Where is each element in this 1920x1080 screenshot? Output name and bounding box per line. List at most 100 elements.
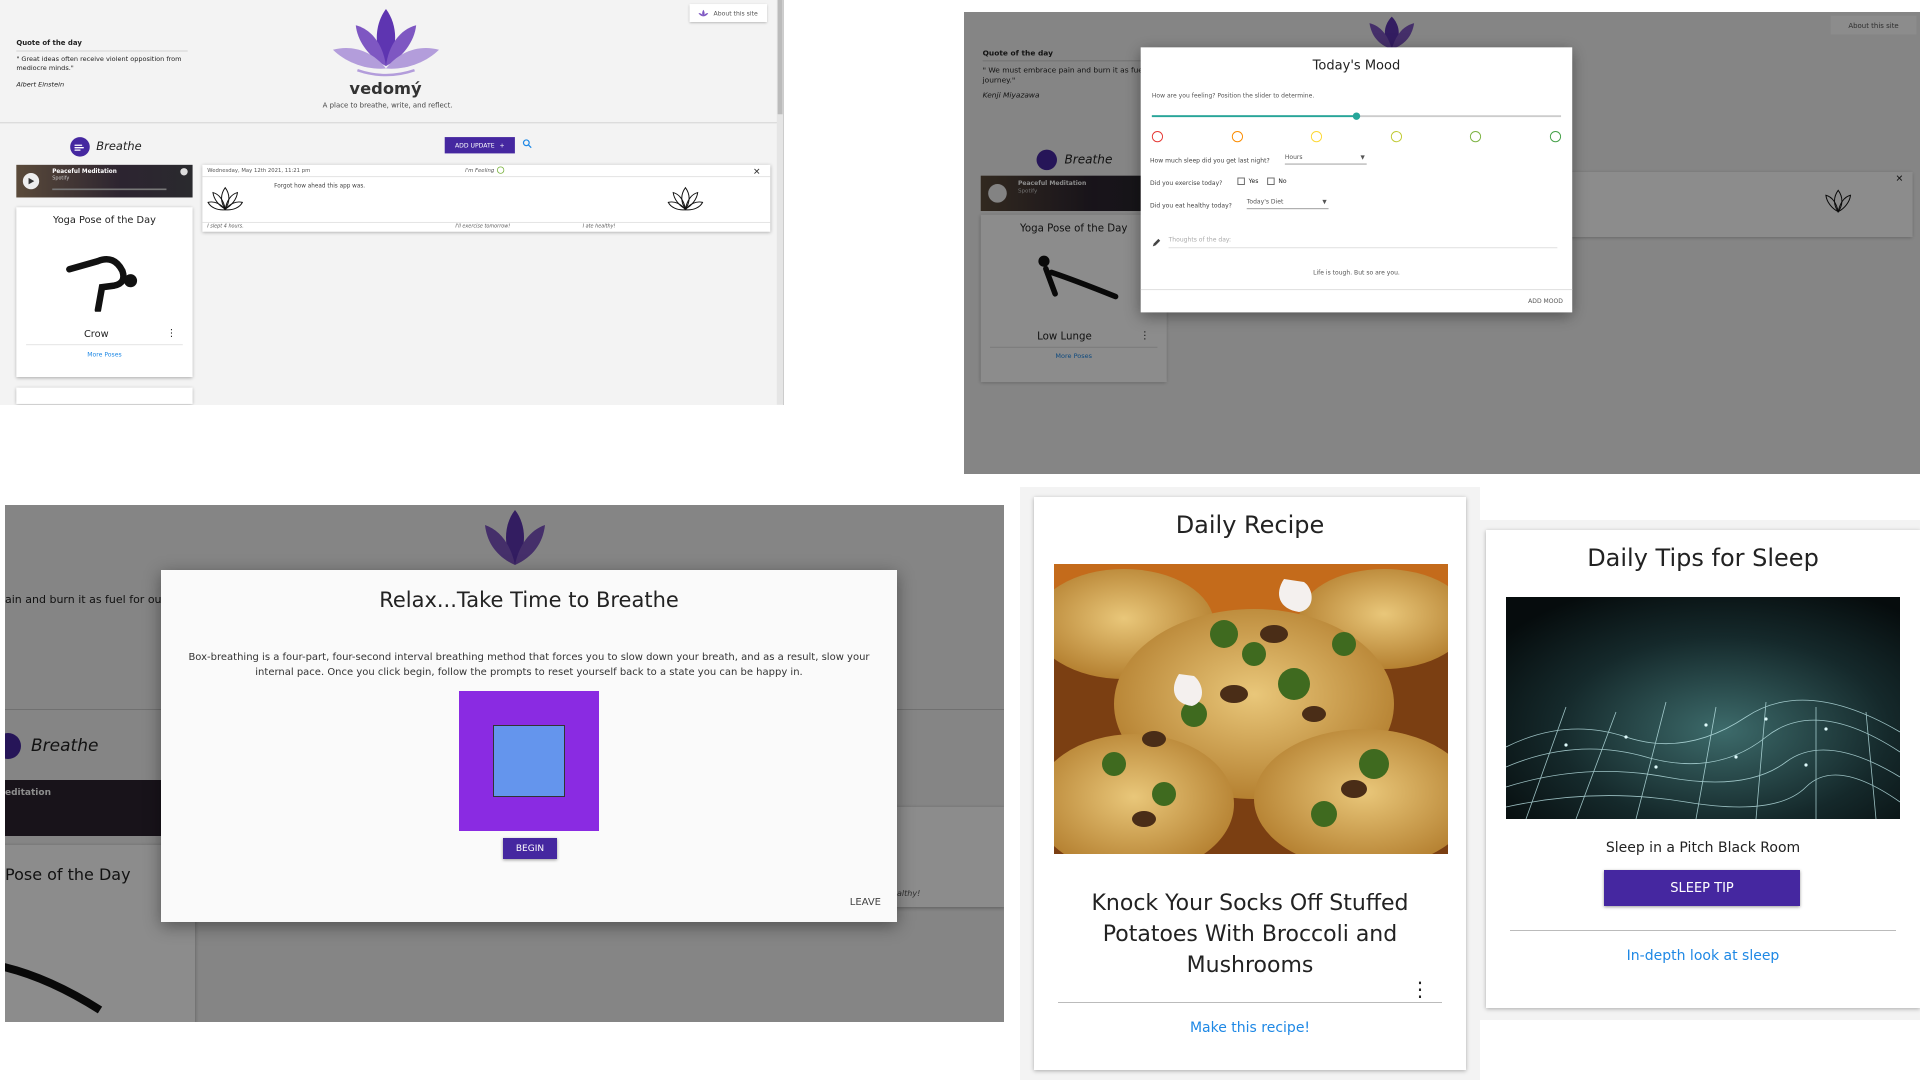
- breathing-square: [493, 725, 565, 797]
- entry-divider: [202, 176, 771, 178]
- slider-prompt: How are you feeling? Position the slider…: [1151, 91, 1315, 100]
- sleep-card: Daily Tips for Sleep Sleep in a Pitch Bl…: [1486, 530, 1920, 1008]
- plus-icon: +: [499, 141, 505, 149]
- journal-entry: Wednesday, May 12th 2021, 11:21 pm I'm F…: [202, 164, 771, 232]
- lotus-outline-icon: [207, 186, 244, 214]
- more-options-icon[interactable]: ⋮: [1410, 977, 1430, 1001]
- scrollbar[interactable]: [776, 0, 783, 405]
- pencil-icon: [1152, 238, 1161, 247]
- recipe-image: [1054, 564, 1448, 854]
- feeling-label: I'm Feeling: [465, 166, 495, 174]
- player-title: Peaceful Meditation: [52, 168, 117, 175]
- about-button[interactable]: About this site: [689, 4, 768, 23]
- more-poses-link[interactable]: More Poses: [16, 351, 192, 358]
- next-card-edge: [16, 387, 193, 404]
- spotify-player[interactable]: Peaceful Meditation Spotify: [16, 164, 193, 198]
- quote-of-the-day: Quote of the day " Great ideas often rec…: [16, 39, 188, 88]
- sleep-select-value: Hours: [1284, 153, 1303, 161]
- breathe-dialog: Relax...Take Time to Breathe Box-breathi…: [161, 570, 897, 922]
- recipe-screenshot: Daily Recipe Knock Your Socks Off Stuffe…: [1020, 487, 1480, 1080]
- quote-text: " Great ideas often receive violent oppo…: [16, 55, 182, 72]
- entry-text: Forgot how ahead this app was.: [274, 182, 366, 190]
- slider-thumb[interactable]: [1352, 112, 1361, 120]
- card-divider: [1058, 1002, 1442, 1003]
- recipe-title: Knock Your Socks Off Stuffed Potatoes Wi…: [1091, 891, 1409, 978]
- slider-fill: [1151, 115, 1357, 118]
- entry-feeling: I'm Feeling: [465, 166, 505, 174]
- breathe-label: Breathe: [96, 140, 142, 154]
- spotify-icon: [180, 168, 188, 176]
- exercise-question: Did you exercise today?: [1150, 179, 1223, 187]
- header-divider: [0, 122, 783, 124]
- mood-face-icon[interactable]: [1151, 131, 1164, 143]
- home-screenshot: Quote of the day " Great ideas often rec…: [0, 0, 784, 405]
- site-name: vedomý: [349, 78, 422, 98]
- begin-button[interactable]: BEGIN: [503, 838, 557, 859]
- sleep-tip-button[interactable]: SLEEP TIP: [1604, 870, 1800, 906]
- entry-exercise: I'll exercise tomorrow!: [455, 223, 511, 230]
- search-icon[interactable]: [522, 139, 532, 149]
- breathing-box: [459, 691, 599, 831]
- thoughts-placeholder: Thoughts of the day:: [1168, 236, 1232, 244]
- yoga-card: Yoga Pose of the Day Crow ⋮ More Poses: [16, 207, 193, 377]
- exercise-yes-label: Yes: [1248, 177, 1259, 185]
- pose-name: Crow: [83, 328, 109, 340]
- breathe-icon: [70, 137, 90, 157]
- crow-pose-icon: [65, 246, 138, 312]
- exercise-no-checkbox[interactable]: No: [1267, 177, 1287, 185]
- lotus-small-icon: [698, 9, 709, 16]
- sleep-screenshot: Daily Tips for Sleep Sleep in a Pitch Bl…: [1478, 520, 1920, 1020]
- sleep-image: [1506, 597, 1900, 819]
- mood-footer-text: Life is tough. But so are you.: [1313, 268, 1400, 277]
- about-label: About this site: [713, 9, 758, 17]
- mood-slider[interactable]: [1151, 112, 1562, 120]
- tagline: A place to breathe, write, and reflect.: [322, 102, 453, 111]
- quote-title: Quote of the day: [16, 39, 188, 52]
- progress-bar[interactable]: [52, 188, 167, 191]
- thoughts-input[interactable]: Thoughts of the day:: [1168, 236, 1558, 249]
- play-icon[interactable]: [22, 172, 40, 190]
- chevron-down-icon: ▼: [1360, 154, 1365, 161]
- yoga-card-title: Yoga Pose of the Day: [53, 213, 156, 226]
- add-update-button[interactable]: ADD UPDATE +: [444, 137, 515, 154]
- sleep-heading: Daily Tips for Sleep: [1587, 544, 1819, 572]
- mood-screenshot: Quote of the day " We must embrace pain …: [964, 12, 1920, 474]
- mood-face-icon[interactable]: [1390, 131, 1402, 143]
- breathe-button[interactable]: Breathe: [70, 137, 142, 157]
- lotus-logo-icon: [325, 5, 447, 78]
- card-divider: [1510, 930, 1896, 931]
- sleep-select[interactable]: Hours ▼: [1284, 153, 1367, 165]
- mood-dialog-title: Today's Mood: [1312, 58, 1401, 74]
- exercise-no-label: No: [1278, 177, 1287, 185]
- exercise-yes-checkbox[interactable]: Yes: [1237, 177, 1259, 185]
- mood-face-icon[interactable]: [1231, 131, 1243, 143]
- sleep-question: How much sleep did you get last night?: [1150, 157, 1270, 165]
- recipe-card: Daily Recipe Knock Your Socks Off Stuffe…: [1034, 497, 1466, 1070]
- mood-faces: [1151, 131, 1562, 143]
- lotus-outline-icon: [667, 186, 704, 214]
- make-recipe-link[interactable]: Make this recipe!: [1034, 1020, 1466, 1036]
- dialog-divider: [1140, 289, 1573, 291]
- recipe-heading: Daily Recipe: [1175, 511, 1325, 539]
- breathe-dialog-title: Relax...Take Time to Breathe: [379, 588, 679, 612]
- player-source: Spotify: [52, 175, 70, 182]
- mood-face-icon[interactable]: [1549, 131, 1562, 143]
- add-update-label: ADD UPDATE: [454, 141, 495, 149]
- sleep-tip-text: Sleep in a Pitch Black Room: [1605, 840, 1801, 856]
- diet-question: Did you eat healthy today?: [1150, 201, 1232, 210]
- entry-slept: I slept 4 hours.: [207, 223, 244, 230]
- mood-face-icon[interactable]: [1470, 131, 1482, 143]
- leave-button[interactable]: LEAVE: [850, 897, 881, 908]
- sleep-link[interactable]: In-depth look at sleep: [1486, 948, 1920, 964]
- smile-icon: [496, 166, 505, 174]
- diet-select-value: Today's Diet: [1246, 198, 1284, 206]
- entry-healthy: I ate healthy!: [582, 223, 616, 230]
- mood-face-icon[interactable]: [1311, 131, 1323, 143]
- add-mood-button[interactable]: ADD MOOD: [1528, 298, 1563, 305]
- mood-dialog: Today's Mood How are you feeling? Positi…: [1140, 47, 1573, 313]
- entry-date: Wednesday, May 12th 2021, 11:21 pm: [207, 167, 311, 174]
- diet-select[interactable]: Today's Diet ▼: [1246, 198, 1329, 210]
- breathe-screenshot: ain and burn it as fuel for our Breathe …: [5, 505, 1004, 1022]
- breathe-description: Box-breathing is a four-part, four-secon…: [188, 652, 870, 678]
- more-options-icon[interactable]: ⋮: [166, 327, 176, 338]
